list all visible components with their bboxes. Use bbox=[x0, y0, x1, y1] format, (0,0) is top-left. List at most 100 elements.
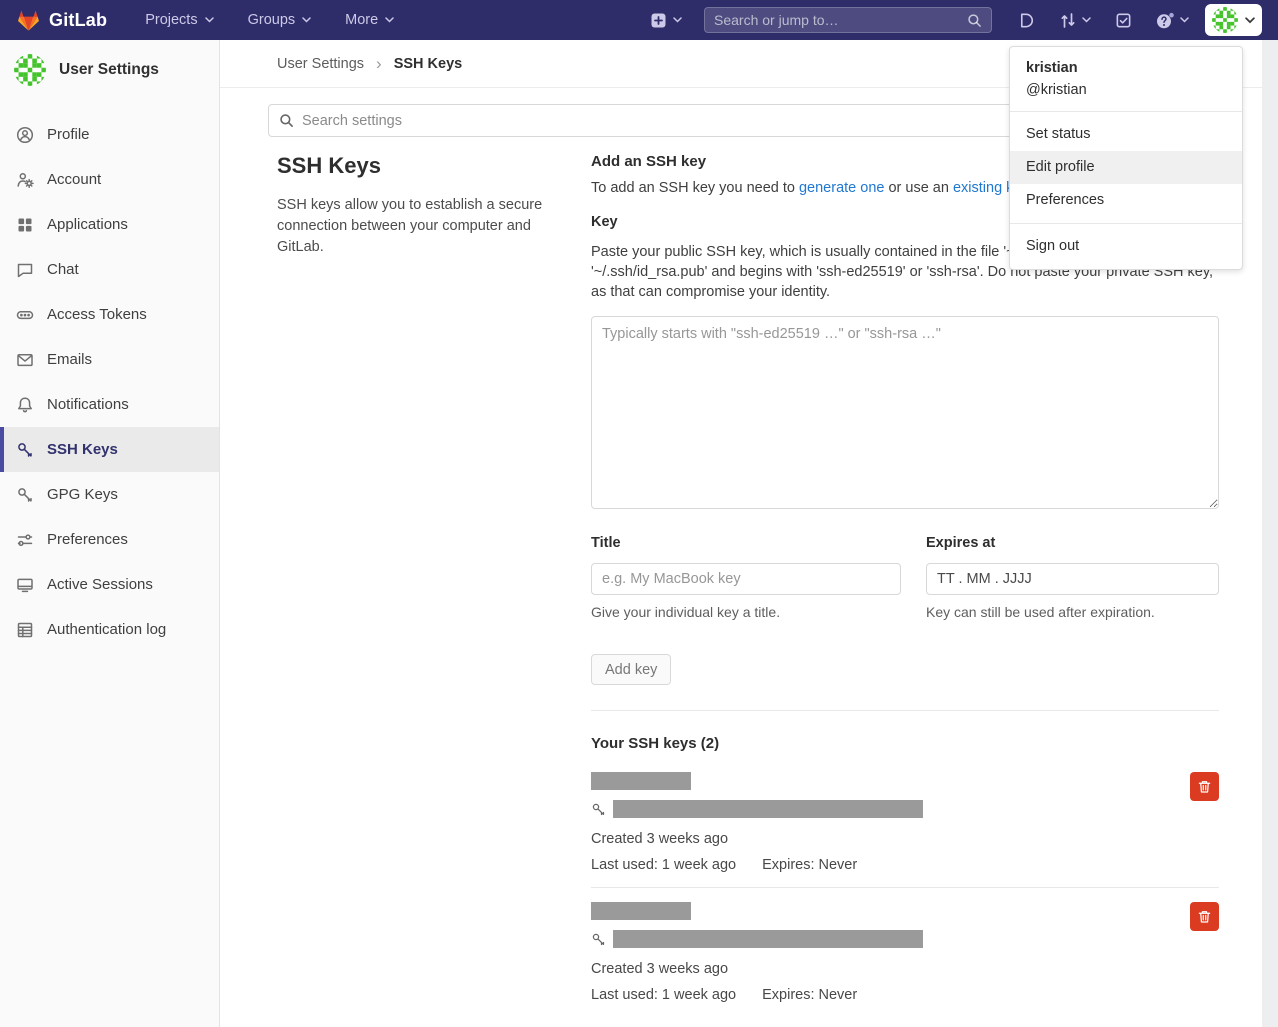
delete-key-button[interactable] bbox=[1190, 772, 1219, 801]
nav-menu-label: Projects bbox=[145, 12, 197, 28]
notification-dot bbox=[1169, 12, 1174, 17]
authentication-log-icon bbox=[16, 621, 34, 639]
add-key-button[interactable]: Add key bbox=[591, 654, 671, 685]
chevron-down-icon bbox=[302, 17, 311, 23]
chevron-down-icon bbox=[1180, 17, 1189, 23]
intro-text: To add an SSH key you need to bbox=[591, 180, 799, 196]
redacted-key-title bbox=[591, 902, 691, 920]
global-search-input[interactable] bbox=[714, 12, 967, 28]
user-menu-item-sign-out[interactable]: Sign out bbox=[1010, 230, 1242, 263]
chevron-down-icon bbox=[385, 17, 394, 23]
user-menu-item-set-status[interactable]: Set status bbox=[1010, 118, 1242, 151]
brand-wordmark: GitLab bbox=[49, 10, 107, 31]
account-icon bbox=[16, 171, 34, 189]
sidebar-item-gpg-keys[interactable]: GPG Keys bbox=[0, 472, 219, 517]
sidebar-nav: Profile Account Applications Chat Access Tok… bbox=[0, 112, 219, 652]
scrollbar[interactable] bbox=[1262, 40, 1278, 1027]
page-description: SSH keys allow you to establish a secure… bbox=[277, 195, 560, 258]
page-title: SSH Keys bbox=[277, 153, 560, 179]
sidebar-item-label: Active Sessions bbox=[47, 576, 153, 593]
todos-icon[interactable] bbox=[1115, 12, 1132, 29]
user-menu-button[interactable] bbox=[1205, 4, 1262, 36]
settings-sidebar: User Settings Profile Account Applications… bbox=[0, 40, 220, 1027]
redacted-key-fingerprint bbox=[613, 800, 923, 818]
chevron-down-icon bbox=[1082, 17, 1091, 23]
key-created-text: Created 3 weeks ago bbox=[591, 831, 1219, 847]
user-dropdown-header: kristian @kristian bbox=[1010, 47, 1242, 111]
sidebar-item-notifications[interactable]: Notifications bbox=[0, 382, 219, 427]
chevron-down-icon bbox=[1245, 17, 1255, 24]
menu-divider bbox=[1010, 111, 1242, 112]
applications-icon bbox=[16, 216, 34, 234]
sidebar-item-preferences[interactable]: Preferences bbox=[0, 517, 219, 562]
profile-icon bbox=[16, 126, 34, 144]
sidebar-title: User Settings bbox=[59, 61, 159, 79]
key-title-input[interactable] bbox=[591, 563, 901, 595]
emails-icon bbox=[16, 351, 34, 369]
key-icon bbox=[16, 441, 34, 459]
your-ssh-keys-heading: Your SSH keys (2) bbox=[591, 735, 1219, 752]
navbar-icon-group bbox=[1018, 12, 1189, 29]
ssh-key-list: Created 3 weeks ago Last used: 1 week ago… bbox=[591, 758, 1219, 1013]
user-avatar bbox=[1212, 7, 1238, 33]
key-last-used-text: Last used: 1 week ago bbox=[591, 987, 736, 1003]
expires-at-input[interactable] bbox=[926, 563, 1219, 595]
search-icon bbox=[279, 113, 294, 128]
expires-help-text: Key can still be used after expiration. bbox=[926, 604, 1219, 620]
nav-menu-projects[interactable]: Projects bbox=[145, 12, 213, 28]
nav-menu-more[interactable]: More bbox=[345, 12, 394, 28]
sidebar-item-label: Profile bbox=[47, 126, 90, 143]
sidebar-item-ssh-keys[interactable]: SSH Keys bbox=[0, 427, 219, 472]
user-full-name: kristian bbox=[1026, 60, 1226, 76]
gitlab-logo[interactable]: GitLab bbox=[16, 8, 107, 32]
sidebar-item-active-sessions[interactable]: Active Sessions bbox=[0, 562, 219, 607]
generate-one-link[interactable]: generate one bbox=[799, 180, 884, 196]
chevron-down-icon bbox=[205, 17, 214, 23]
ssh-key-form-column: Add an SSH key To add an SSH key you nee… bbox=[591, 153, 1219, 1013]
sidebar-item-access-tokens[interactable]: Access Tokens bbox=[0, 292, 219, 337]
active-sessions-icon bbox=[16, 576, 34, 594]
breadcrumb-ssh-keys: SSH Keys bbox=[394, 56, 463, 72]
breadcrumb-separator-icon: › bbox=[376, 55, 382, 72]
sidebar-item-label: Authentication log bbox=[47, 621, 166, 638]
ssh-key-entry: Created 3 weeks ago Last used: 1 week ago… bbox=[591, 888, 1219, 1013]
sidebar-item-chat[interactable]: Chat bbox=[0, 247, 219, 292]
sidebar-item-authentication-log[interactable]: Authentication log bbox=[0, 607, 219, 652]
sidebar-item-label: SSH Keys bbox=[47, 441, 118, 458]
issues-icon[interactable] bbox=[1018, 12, 1035, 29]
plus-menu-icon bbox=[650, 12, 667, 29]
sidebar-item-label: GPG Keys bbox=[47, 486, 118, 503]
sidebar-item-label: Preferences bbox=[47, 531, 128, 548]
sidebar-item-account[interactable]: Account bbox=[0, 157, 219, 202]
global-search[interactable] bbox=[704, 7, 992, 33]
sidebar-item-label: Access Tokens bbox=[47, 306, 147, 323]
new-menu-button[interactable] bbox=[650, 12, 682, 29]
sidebar-item-label: Notifications bbox=[47, 396, 129, 413]
sidebar-item-label: Chat bbox=[47, 261, 79, 278]
sidebar-item-emails[interactable]: Emails bbox=[0, 337, 219, 382]
user-menu-item-edit-profile[interactable]: Edit profile bbox=[1010, 151, 1242, 184]
key-created-text: Created 3 weeks ago bbox=[591, 961, 1219, 977]
ssh-key-textarea[interactable] bbox=[591, 316, 1219, 509]
user-username: @kristian bbox=[1026, 82, 1226, 98]
title-label: Title bbox=[591, 535, 901, 551]
sidebar-item-label: Applications bbox=[47, 216, 128, 233]
user-menu-item-preferences[interactable]: Preferences bbox=[1010, 184, 1242, 217]
key-icon bbox=[591, 802, 606, 817]
top-navbar: GitLab Projects Groups More bbox=[0, 0, 1278, 40]
help-icon[interactable] bbox=[1156, 12, 1189, 29]
merge-requests-icon[interactable] bbox=[1059, 12, 1091, 29]
title-help-text: Give your individual key a title. bbox=[591, 604, 901, 620]
trash-icon bbox=[1197, 909, 1212, 925]
breadcrumb-user-settings[interactable]: User Settings bbox=[277, 56, 364, 72]
intro-text: or use an bbox=[884, 180, 953, 196]
nav-menu-groups[interactable]: Groups bbox=[248, 12, 312, 28]
ssh-key-entry: Created 3 weeks agoLast used: 1 week ago… bbox=[591, 758, 1219, 883]
section-intro-column: SSH Keys SSH keys allow you to establish… bbox=[277, 153, 560, 1013]
sidebar-item-applications[interactable]: Applications bbox=[0, 202, 219, 247]
chevron-down-icon bbox=[673, 17, 682, 23]
sidebar-item-profile[interactable]: Profile bbox=[0, 112, 219, 157]
redacted-key-fingerprint bbox=[613, 930, 923, 948]
sidebar-item-label: Emails bbox=[47, 351, 92, 368]
delete-key-button[interactable] bbox=[1190, 902, 1219, 931]
